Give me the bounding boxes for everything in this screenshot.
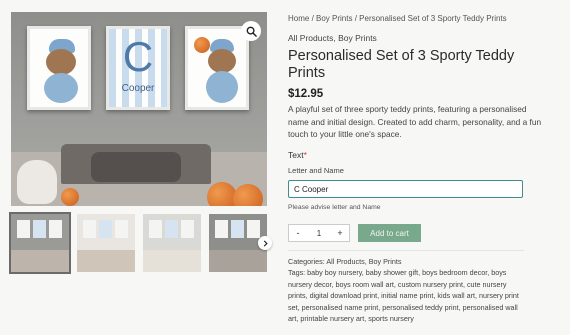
thumbnail-next-button[interactable] [258, 236, 272, 250]
thumbnail-1[interactable] [9, 212, 71, 274]
zoom-button[interactable] [241, 21, 261, 41]
required-mark: * [303, 150, 307, 160]
magnifier-icon [246, 26, 257, 37]
plush-teddy [17, 160, 57, 204]
print-initial-name: C Cooper [106, 26, 170, 110]
breadcrumb-separator: / [309, 14, 317, 23]
product-description: A playful set of three sporty teddy prin… [288, 104, 542, 139]
print-name: Cooper [121, 83, 155, 94]
product-price: $12.95 [288, 88, 324, 100]
print-teddy-basketball [185, 26, 249, 110]
thumbnail-strip [9, 212, 267, 274]
main-product-image[interactable]: C Cooper [11, 12, 267, 206]
text-label: Text [288, 150, 304, 160]
quantity-stepper: - 1 + [288, 224, 350, 242]
divider [288, 250, 524, 251]
page-title: Personalised Set of 3 Sporty Teddy Print… [288, 48, 515, 81]
product-categories[interactable]: All Products, Boy Prints [288, 33, 377, 43]
quantity-decrease-button[interactable]: - [289, 225, 307, 241]
thumbnail-3[interactable] [143, 214, 201, 272]
letter-name-hint: Please advise letter and Name [288, 204, 381, 211]
quantity-increase-button[interactable]: + [331, 225, 349, 241]
breadcrumb-current: Personalised Set of 3 Sporty Teddy Print… [359, 14, 507, 23]
quantity-value[interactable]: 1 [307, 229, 331, 238]
letter-name-input[interactable] [288, 180, 523, 198]
breadcrumb: Home / Boy Prints / Personalised Set of … [288, 14, 507, 23]
chevron-right-icon [263, 239, 268, 247]
print-initial: C [122, 33, 154, 80]
print-teddy-cap [27, 26, 91, 110]
letter-name-label: Letter and Name [288, 166, 344, 175]
meta-categories[interactable]: Categories: All Products, Boy Prints [288, 256, 528, 267]
meta-tags[interactable]: Tags: baby boy nursery, baby shower gift… [288, 267, 528, 324]
product-meta: Categories: All Products, Boy Prints Tag… [288, 256, 528, 324]
breadcrumb-category[interactable]: Boy Prints [316, 14, 352, 23]
basketball [233, 184, 263, 206]
basketball [61, 188, 79, 206]
thumbnail-2[interactable] [77, 214, 135, 272]
add-to-cart-button[interactable]: Add to cart [358, 224, 421, 242]
text-field-label: Text* [288, 150, 307, 160]
breadcrumb-home[interactable]: Home [288, 14, 309, 23]
blanket [91, 152, 181, 182]
